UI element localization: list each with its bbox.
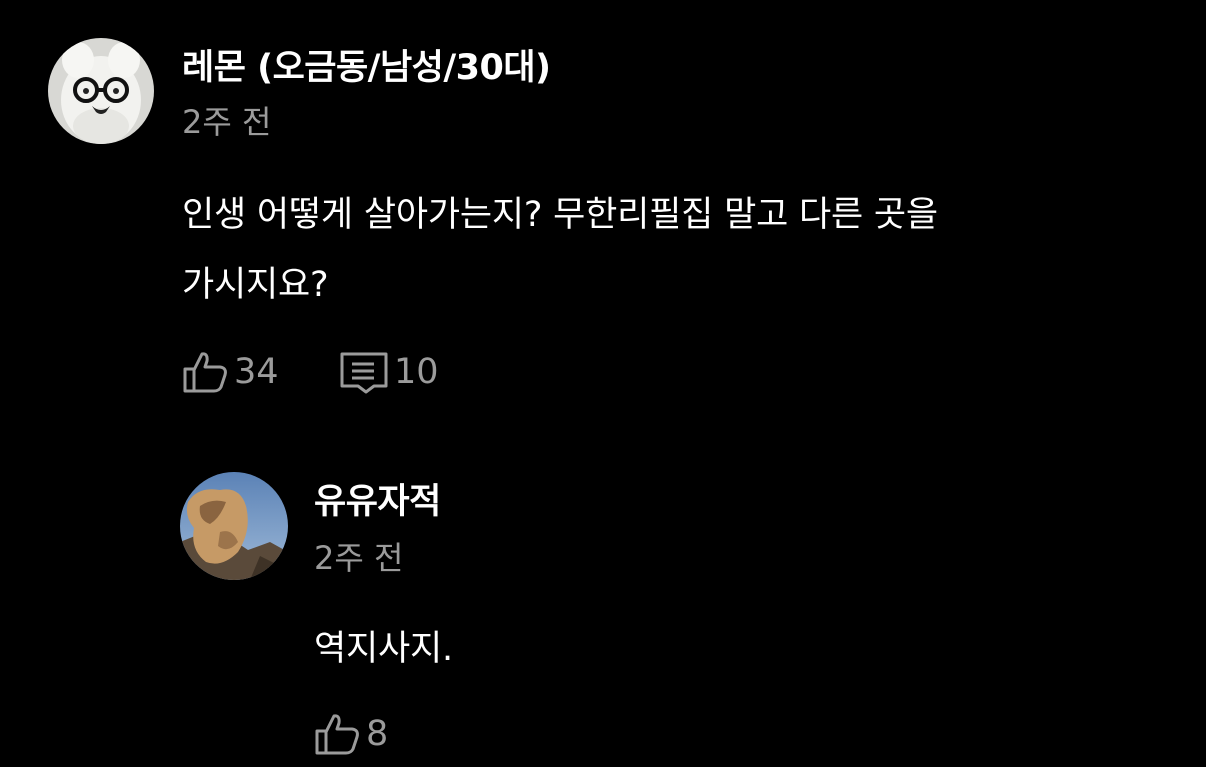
like-count: 8: [366, 714, 389, 754]
thumbs-up-icon: [183, 352, 227, 393]
rock-landscape-avatar: [180, 472, 288, 580]
comment-body: 역지사지.: [314, 614, 453, 684]
comment-body-line: 역지사지.: [314, 629, 453, 669]
thumbs-up-icon: [315, 714, 359, 755]
comment-author[interactable]: 유유자적: [314, 482, 441, 522]
comment-body: 인생 어떻게 살아가는지? 무한리필집 말고 다른 곳을 가시지요?: [182, 180, 938, 320]
comment-body-line: 인생 어떻게 살아가는지? 무한리필집 말고 다른 곳을: [182, 195, 938, 235]
reply-button[interactable]: 10: [338, 350, 439, 394]
like-button[interactable]: 8: [314, 712, 388, 756]
comment-timestamp: 2주 전: [182, 103, 272, 141]
comment-author[interactable]: 레몬 (오금동/남성/30대): [182, 48, 551, 88]
comment-timestamp: 2주 전: [314, 539, 404, 577]
comment-icon: [340, 352, 388, 394]
avatar[interactable]: [180, 472, 288, 580]
like-button[interactable]: 34: [182, 350, 279, 394]
avatar[interactable]: [48, 38, 154, 144]
plush-toy-with-glasses-avatar: [48, 38, 154, 144]
like-count: 34: [234, 352, 279, 392]
reply-count: 10: [394, 352, 439, 392]
comment-body-line: 가시지요?: [182, 265, 329, 305]
